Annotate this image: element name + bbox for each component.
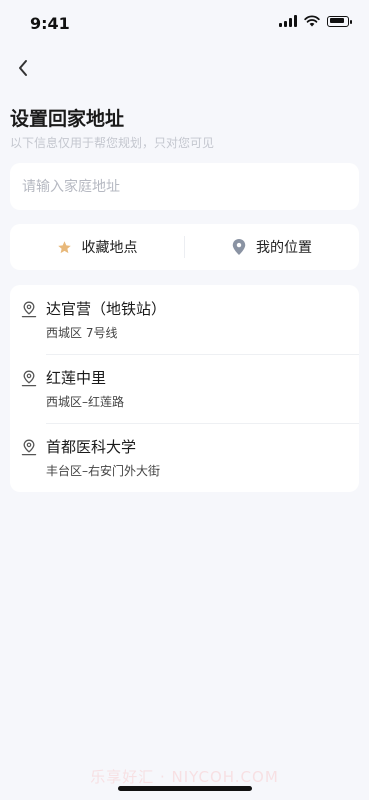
place-name: 首都医科大学	[46, 438, 137, 456]
place-item[interactable]: 红莲中里 西城区–红莲路	[10, 354, 359, 423]
place-address: 西城区–红莲路	[46, 395, 125, 409]
watermark: 乐享好汇 · NIYCOH.COM	[90, 768, 279, 786]
place-pin-icon	[21, 301, 37, 318]
place-item[interactable]: 首都医科大学 丰台区–右安门外大街	[10, 423, 359, 492]
star-icon	[57, 240, 71, 253]
battery-icon	[327, 15, 352, 27]
page-title: 设置回家地址	[10, 108, 125, 130]
status-time: 9:41	[30, 14, 70, 33]
my-location-button[interactable]: 我的位置	[185, 224, 359, 270]
place-name: 红莲中里	[46, 369, 107, 387]
place-address: 西城区 7号线	[46, 326, 118, 340]
page-subtitle: 以下信息仅用于帮您规划，只对您可见	[10, 136, 215, 150]
place-list: 达官营（地铁站） 西城区 7号线 红莲中里 西城区–红莲路 首都医科大学 丰台区…	[10, 285, 359, 492]
location-pin-icon	[232, 239, 246, 255]
favorites-button[interactable]: 收藏地点	[10, 224, 184, 270]
home-address-input[interactable]	[10, 163, 354, 210]
signal-icon	[279, 15, 297, 27]
place-item[interactable]: 达官营（地铁站） 西城区 7号线	[10, 285, 359, 354]
favorites-label: 收藏地点	[81, 240, 138, 256]
status-bar: 9:41	[0, 0, 369, 44]
back-button[interactable]	[12, 56, 36, 80]
place-pin-icon	[21, 370, 37, 387]
place-address: 丰台区–右安门外大街	[46, 464, 161, 478]
my-location-label: 我的位置	[256, 240, 312, 256]
status-icons	[279, 15, 352, 27]
back-arrow-icon	[19, 60, 27, 76]
address-search-card	[10, 163, 359, 210]
place-pin-icon	[21, 439, 37, 456]
home-indicator[interactable]	[118, 786, 252, 791]
quick-actions-card: 收藏地点 我的位置	[10, 224, 359, 270]
wifi-icon	[304, 15, 320, 27]
place-name: 达官营（地铁站）	[46, 300, 167, 318]
